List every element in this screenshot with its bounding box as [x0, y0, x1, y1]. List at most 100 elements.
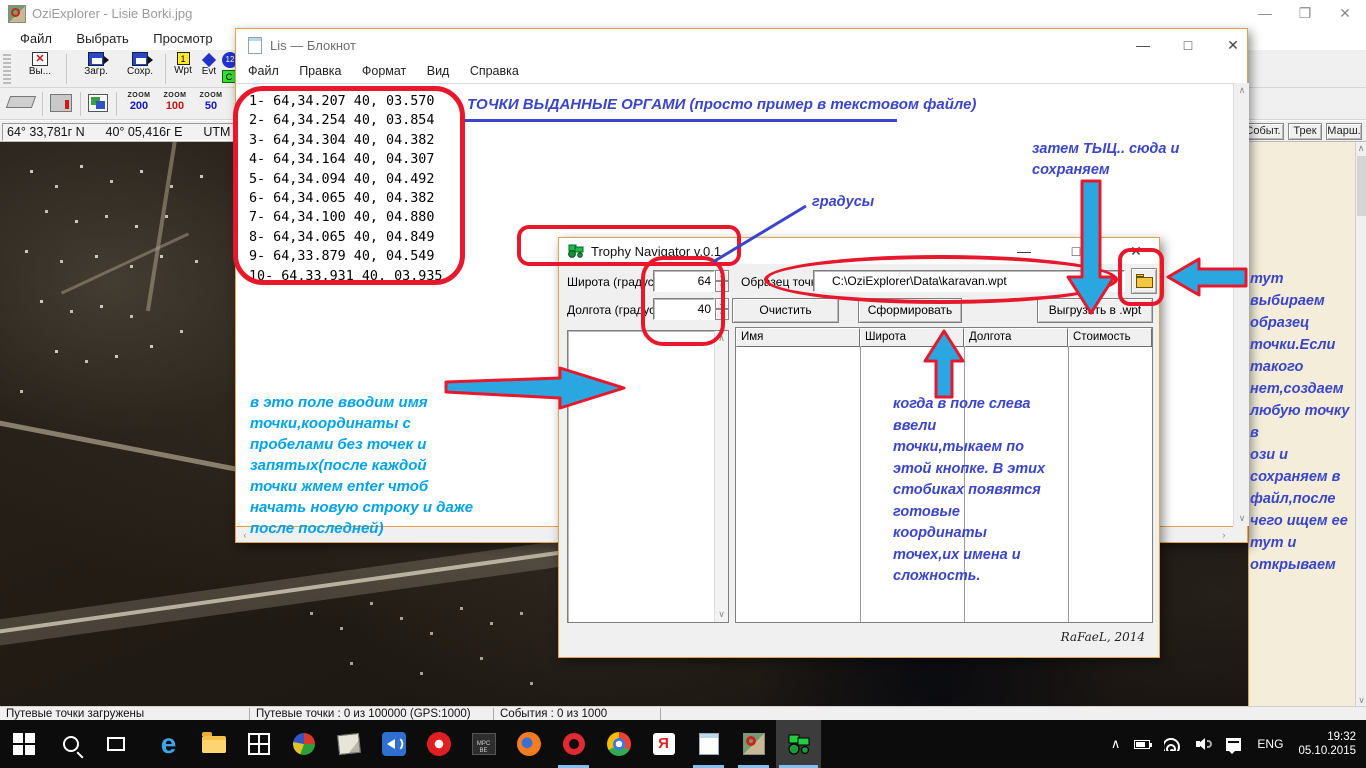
volume-tray-icon[interactable] — [1196, 737, 1212, 751]
taskbar-trophy-navigator[interactable] — [776, 720, 821, 768]
notepad-maximize-button[interactable]: □ — [1171, 35, 1205, 55]
map-scatter-dots — [0, 142, 3, 145]
waypoint-icon: 1 — [177, 52, 190, 65]
scroll-left-icon[interactable]: ‹ — [240, 530, 250, 540]
scroll-down-icon[interactable]: ∨ — [715, 609, 728, 620]
map-road — [61, 233, 189, 295]
status-waypoints-loaded: Путевые точки загружены — [0, 707, 248, 721]
annotation-table-instructions: когда в поле слева ввели точки,тыкаем по… — [893, 394, 1058, 588]
ozi-statusbar: Путевые точки загружены Путевые точки : … — [0, 706, 1366, 720]
ozi-menu-file[interactable]: Файл — [10, 28, 62, 49]
zoom-50-value: 50 — [194, 100, 228, 112]
delete-waypoints-button[interactable]: ✕ Вы... — [18, 52, 62, 77]
scroll-down-icon[interactable]: ∨ — [1356, 694, 1366, 706]
mpc-player-icon: MPC BE — [472, 733, 496, 755]
column-header-lat[interactable]: Широта — [860, 328, 964, 347]
zoom-50-button[interactable]: ZOOM 50 — [194, 92, 228, 112]
red-oval-coordinate-list — [233, 86, 465, 285]
delete-icon: ✕ — [32, 52, 48, 66]
status-event-count: События : 0 из 1000 — [494, 707, 659, 721]
notepad-menu-help[interactable]: Справка — [462, 61, 527, 81]
zoom-50-caption: ZOOM — [194, 92, 228, 100]
event-button[interactable]: Evt — [196, 52, 222, 77]
action-center-icon[interactable] — [1226, 738, 1241, 751]
scroll-down-icon[interactable]: ∨ — [1234, 513, 1250, 524]
battery-icon[interactable] — [1134, 740, 1150, 749]
taskbar-notepad[interactable] — [686, 720, 731, 768]
textarea-scrollbar[interactable]: ∧ ∨ — [714, 331, 728, 622]
tray-time: 19:32 — [1298, 730, 1356, 744]
column-header-lon[interactable]: Долгота — [964, 328, 1068, 347]
notepad-menu-view[interactable]: Вид — [419, 61, 458, 81]
notepad-titlebar[interactable]: Lis — Блокнот — □ ✕ — [236, 29, 1247, 61]
taskbar-idm[interactable] — [281, 720, 326, 768]
ozi-restore-button[interactable]: ❐ — [1288, 3, 1322, 23]
points-input-textarea[interactable]: ∧ ∨ — [567, 330, 729, 623]
taskbar-notes-app[interactable] — [326, 720, 371, 768]
ruler-icon[interactable] — [6, 96, 36, 108]
task-view-button[interactable] — [93, 720, 138, 768]
taskbar-file-explorer[interactable] — [191, 720, 236, 768]
trophy-maximize-button[interactable]: □ — [1059, 241, 1093, 261]
notepad-minimize-button[interactable]: — — [1126, 35, 1160, 55]
taskbar-oziexplorer[interactable] — [731, 720, 776, 768]
store-icon — [248, 733, 270, 755]
image-pages-icon[interactable] — [88, 94, 108, 112]
column-header-name[interactable]: Имя — [736, 328, 860, 347]
taskbar-mpc[interactable]: MPC BE — [461, 720, 506, 768]
taskbar-firefox[interactable] — [506, 720, 551, 768]
chrome-icon — [607, 732, 631, 756]
windows-logo-icon — [13, 733, 35, 755]
scroll-thumb[interactable] — [1357, 156, 1366, 216]
notepad-menu-edit[interactable]: Правка — [291, 61, 349, 81]
annotation-degrees: градусы — [812, 194, 874, 210]
wifi-icon[interactable] — [1164, 738, 1182, 751]
ozi-menu-view[interactable]: Просмотр — [143, 28, 222, 49]
taskbar-yandex-browser[interactable] — [416, 720, 461, 768]
tray-clock[interactable]: 19:32 05.10.2015 — [1298, 730, 1356, 758]
load-button[interactable]: Загр. — [74, 52, 118, 77]
opera-icon — [563, 733, 585, 755]
tray-chevron-icon[interactable]: ∧ — [1111, 736, 1121, 752]
map-vertical-scrollbar[interactable]: ∧ ∨ — [1355, 142, 1366, 706]
ozi-minimize-button[interactable]: — — [1248, 3, 1282, 23]
language-indicator[interactable]: ENG — [1257, 737, 1283, 751]
start-button[interactable] — [0, 720, 48, 768]
zoom-100-button[interactable]: ZOOM 100 — [158, 92, 192, 112]
taskbar-edge[interactable]: e — [146, 720, 191, 768]
notepad-vertical-scrollbar[interactable]: ∧ ∨ — [1233, 83, 1249, 526]
notes-app-icon — [337, 733, 361, 755]
table-grid-line — [1068, 347, 1069, 622]
taskbar-opera[interactable] — [551, 720, 596, 768]
taskbar-volume-app[interactable] — [371, 720, 416, 768]
clear-button[interactable]: Очистить — [732, 298, 839, 323]
save-button[interactable]: Сохр. — [118, 52, 162, 77]
column-header-cost[interactable]: Стоимость — [1068, 328, 1152, 347]
taskbar-yandex-search[interactable]: Я — [641, 720, 686, 768]
red-oval-browse-button — [1118, 248, 1164, 306]
map-road — [0, 419, 258, 475]
scroll-up-icon[interactable]: ∧ — [1234, 85, 1250, 96]
track-panel-button[interactable]: Трек — [1288, 123, 1322, 140]
ozi-menu-select[interactable]: Выбрать — [66, 28, 138, 49]
zoom-200-button[interactable]: ZOOM 200 — [122, 92, 156, 112]
c-button[interactable]: C — [222, 70, 236, 83]
taskbar-chrome[interactable] — [596, 720, 641, 768]
notepad-menu-file[interactable]: Файл — [240, 61, 287, 81]
notepad-close-button[interactable]: ✕ — [1216, 35, 1250, 55]
zoom-200-value: 200 — [122, 100, 156, 112]
taskbar-store[interactable] — [236, 720, 281, 768]
scroll-right-icon[interactable]: › — [1219, 530, 1229, 540]
scroll-up-icon[interactable]: ∧ — [1356, 142, 1366, 154]
notepad-menubar: Файл Правка Формат Вид Справка — [236, 61, 1247, 83]
toolbar-drag-handle[interactable] — [3, 54, 11, 84]
annotation-then-click-save: затем ТЫЦ.. сюда и сохраняем — [1032, 139, 1222, 181]
waypoint-button[interactable]: 1 Wpt — [170, 52, 196, 76]
taskbar-search-button[interactable] — [48, 720, 93, 768]
notepad-menu-format[interactable]: Формат — [354, 61, 414, 81]
taskbar: e MPC BE Я ∧ — [0, 720, 1366, 768]
route-panel-button[interactable]: Марш. — [1326, 123, 1362, 140]
ozi-titlebar[interactable]: OziExplorer - Lisie Borki.jpg — ❐ ✕ — [0, 0, 1366, 28]
ozi-close-button[interactable]: ✕ — [1328, 3, 1362, 23]
track-tool-icon[interactable] — [50, 94, 72, 112]
